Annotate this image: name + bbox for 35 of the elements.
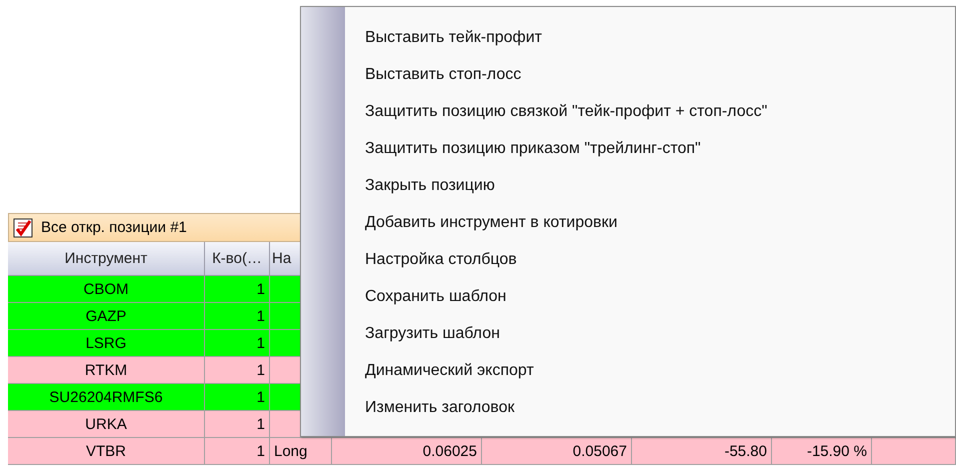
table-cell: 1 (205, 357, 270, 384)
menu-item[interactable]: Защитить позицию приказом "трейлинг-стоп" (365, 130, 776, 167)
menu-item[interactable]: Добавить инструмент в котировки (365, 204, 776, 241)
table-cell: CBOM (8, 276, 205, 303)
menu-item[interactable]: Динамический экспорт (365, 352, 776, 389)
table-cell: 1 (205, 411, 270, 438)
table-cell: URKA (8, 411, 205, 438)
checklist-icon (13, 218, 33, 238)
menu-item[interactable]: Настройка столбцов (365, 241, 776, 278)
table-cell: VTBR (8, 438, 205, 465)
table-cell: -55.80 (632, 438, 772, 465)
menu-item[interactable]: Сохранить шаблон (365, 278, 776, 315)
table-cell: 1 (205, 330, 270, 357)
menu-item[interactable]: Выставить стоп-лосс (365, 56, 776, 93)
table-cell: 0.06025 (332, 438, 482, 465)
menu-item[interactable]: Закрыть позицию (365, 167, 776, 204)
column-header[interactable]: К-во(… (205, 242, 270, 276)
window-title: Все откр. позиции #1 (41, 219, 187, 236)
table-cell: RTKM (8, 357, 205, 384)
table-cell: 1 (205, 438, 270, 465)
table-cell: SU26204RMFS6 (8, 384, 205, 411)
table-cell: GAZP (8, 303, 205, 330)
menu-item[interactable]: Защитить позицию связкой "тейк-профит + стоп-лосс" (365, 93, 776, 130)
table-cell: 1 (205, 303, 270, 330)
table-cell: 1 (205, 384, 270, 411)
table-cell: Long (270, 438, 332, 465)
menu-item[interactable]: Изменить заголовок (365, 389, 776, 426)
column-header[interactable]: Инструмент (8, 242, 205, 276)
menu-item[interactable]: Выставить тейк-профит (365, 19, 776, 56)
table-cell: -15.90 % (772, 438, 872, 465)
column-header[interactable]: На (270, 242, 300, 276)
table-cell: LSRG (8, 330, 205, 357)
table-cell: 1 (205, 276, 270, 303)
menu-item[interactable]: Загрузить шаблон (365, 315, 776, 352)
table-cell: 0.05067 (482, 438, 632, 465)
